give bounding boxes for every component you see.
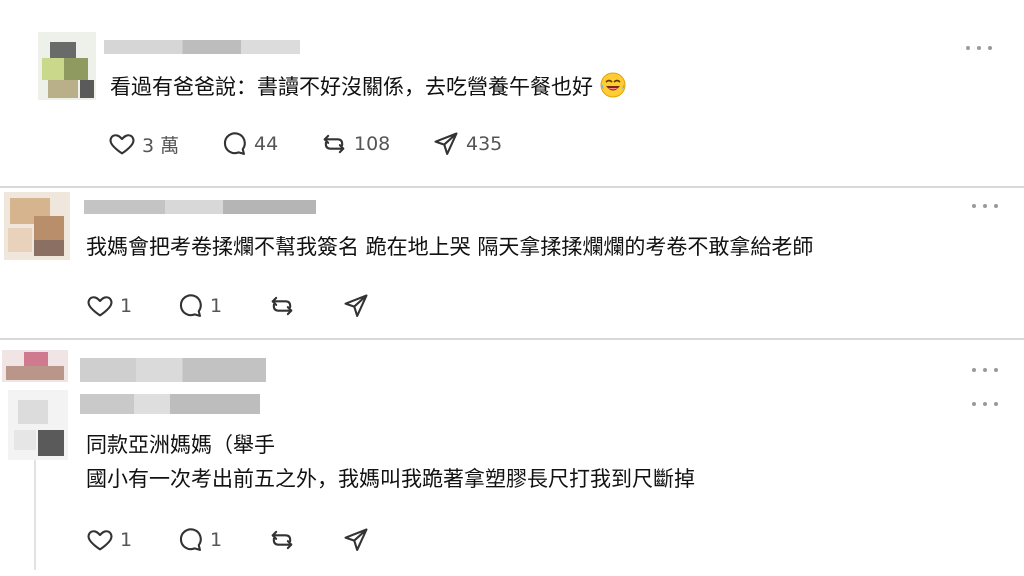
heart-icon [87, 530, 113, 551]
share-count: 435 [466, 133, 503, 155]
more-options-button[interactable] [972, 398, 998, 410]
share-button[interactable]: 435 [432, 130, 522, 158]
post-1: 看過有爸爸說：書讀不好沒關係，去吃營養午餐也好 3 萬 44 108 435 [0, 0, 1024, 186]
like-button[interactable]: 1 [86, 292, 176, 320]
avatar[interactable] [2, 350, 68, 382]
comment-icon [179, 528, 202, 551]
more-options-button[interactable] [966, 42, 992, 54]
post-actions: 1 1 [86, 526, 370, 554]
avatar[interactable] [38, 32, 96, 100]
username-blurred[interactable] [84, 200, 316, 214]
repost-icon [271, 530, 293, 550]
avatar[interactable] [8, 390, 68, 460]
post-text-line-1: 同款亞洲媽媽（舉手 [86, 433, 275, 457]
reply-button[interactable]: 1 [176, 292, 268, 320]
post-text: 看過有爸爸說：書讀不好沒關係，去吃營養午餐也好 [110, 72, 626, 106]
like-button[interactable]: 1 [86, 526, 176, 554]
thread-line [34, 460, 36, 570]
post-3 [0, 340, 1024, 386]
avatar[interactable] [4, 192, 70, 260]
reply-count: 1 [210, 529, 223, 551]
post-text-line-2: 國小有一次考出前五之外，我媽叫我跪著拿塑膠長尺打我到尺斷掉 [86, 467, 695, 491]
username-blurred[interactable] [104, 40, 300, 54]
repost-button[interactable] [268, 292, 342, 320]
comment-icon [223, 132, 246, 155]
comment-icon [179, 294, 202, 317]
more-options-button[interactable] [972, 200, 998, 212]
like-count: 1 [120, 295, 133, 317]
send-icon [344, 294, 368, 317]
post-text: 我媽會把考卷揉爛不幫我簽名 跪在地上哭 隔天拿揉揉爛爛的考卷不敢拿給老師 [86, 235, 814, 259]
post-actions: 1 1 [86, 292, 370, 320]
send-icon [434, 132, 458, 155]
repost-icon [323, 134, 345, 154]
share-button[interactable] [342, 526, 370, 554]
repost-count: 108 [354, 133, 391, 155]
like-count: 1 [120, 529, 133, 551]
reply-count: 44 [254, 133, 279, 155]
post-actions: 3 萬 44 108 435 [108, 130, 522, 158]
share-button[interactable] [342, 292, 370, 320]
reply-count: 1 [210, 295, 223, 317]
heart-icon [87, 296, 113, 317]
laughing-tears-emoji-icon [600, 72, 626, 106]
username-blurred[interactable] [80, 394, 260, 414]
heart-icon [109, 134, 135, 155]
send-icon [344, 528, 368, 551]
repost-icon [271, 296, 293, 316]
reply-button[interactable]: 1 [176, 526, 268, 554]
more-options-button[interactable] [972, 364, 998, 376]
like-button[interactable]: 3 萬 [108, 130, 220, 158]
repost-button[interactable]: 108 [320, 130, 432, 158]
post-4: 同款亞洲媽媽（舉手 國小有一次考出前五之外，我媽叫我跪著拿塑膠長尺打我到尺斷掉 … [0, 386, 1024, 576]
repost-button[interactable] [268, 526, 342, 554]
like-count: 3 萬 [142, 134, 180, 157]
username-blurred[interactable] [80, 358, 266, 382]
post-2: 我媽會把考卷揉爛不幫我簽名 跪在地上哭 隔天拿揉揉爛爛的考卷不敢拿給老師 1 1 [0, 188, 1024, 338]
reply-button[interactable]: 44 [220, 130, 320, 158]
